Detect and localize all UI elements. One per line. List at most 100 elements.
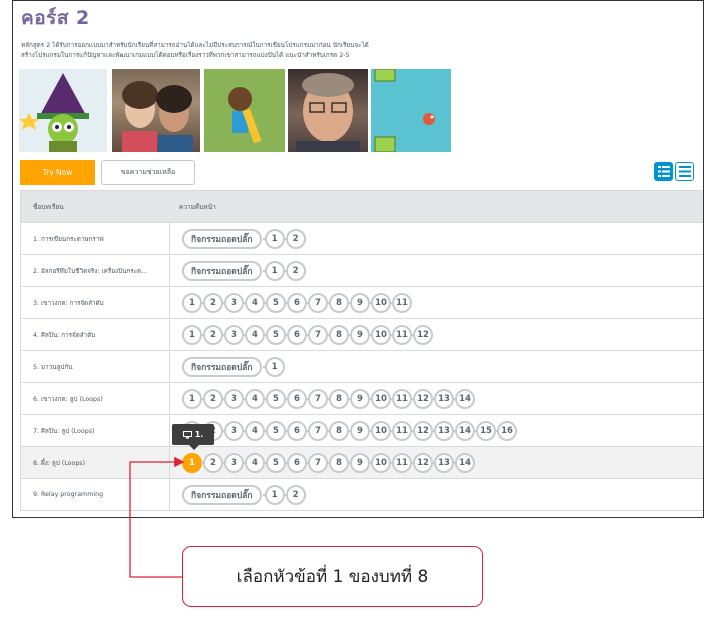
level-bubble[interactable]: 6 [285, 388, 307, 409]
level-bubble[interactable]: 5 [264, 292, 286, 313]
level-bubble[interactable]: 11 [390, 292, 412, 313]
level-bubble[interactable]: 6 [285, 452, 307, 473]
level-bubble[interactable]: 13 [432, 388, 454, 409]
level-bubble[interactable]: 8 [327, 452, 349, 473]
level-bubble[interactable]: 1 [182, 388, 202, 409]
level-bubble[interactable]: 3 [222, 388, 244, 409]
level-bubble[interactable]: 4 [243, 388, 265, 409]
level-bubble[interactable]: 2 [201, 452, 223, 473]
level-bubble[interactable]: 12 [411, 388, 433, 409]
progress-cell: กิจกรรมถอดปลั๊ก 1 2 [169, 223, 307, 254]
level-bubble[interactable]: 7 [306, 324, 328, 345]
unplugged-activity-bubble[interactable]: กิจกรรมถอดปลั๊ก [182, 260, 262, 281]
level-bubble[interactable]: 2 [201, 388, 223, 409]
lesson-name[interactable]: 5. มาวนลูปกัน [21, 362, 169, 372]
lesson-column-header: ชื่อบทเรียน [33, 202, 64, 211]
level-bubble[interactable]: 2 [283, 484, 306, 505]
lesson-name[interactable]: 9. Relay programming [21, 491, 169, 498]
thumbnail-pencil-character [204, 69, 285, 152]
lesson-name[interactable]: 7. ศิลปิน: ลูป (Loops) [21, 426, 169, 436]
level-bubble[interactable]: 14 [453, 452, 475, 473]
level-bubble[interactable]: 10 [369, 388, 391, 409]
unplugged-activity-bubble[interactable]: กิจกรรมถอดปลั๊ก [182, 484, 262, 505]
detail-view-toggle[interactable] [654, 162, 673, 181]
level-bubble[interactable]: 1 [182, 452, 202, 473]
level-bubble[interactable]: 6 [285, 324, 307, 345]
level-bubble[interactable]: 4 [243, 420, 265, 441]
level-bubble[interactable]: 5 [264, 420, 286, 441]
unplugged-activity-bubble[interactable]: กิจกรรมถอดปลั๊ก [182, 228, 262, 249]
level-bubble[interactable]: 5 [264, 452, 286, 473]
level-bubble[interactable]: 9 [348, 292, 370, 313]
level-bubble[interactable]: 8 [327, 292, 349, 313]
level-bubble[interactable]: 11 [390, 388, 412, 409]
level-bubble[interactable]: 5 [264, 388, 286, 409]
try-now-button[interactable]: Try Now [20, 160, 95, 185]
instruction-callout: เลือกหัวข้อที่ 1 ของบทที่ 8 [182, 546, 483, 607]
level-bubble[interactable]: 10 [369, 420, 391, 441]
unplugged-activity-bubble[interactable]: กิจกรรมถอดปลั๊ก [182, 356, 262, 377]
level-bubble[interactable]: 1 [182, 324, 202, 345]
level-bubble[interactable]: 11 [390, 452, 412, 473]
level-bubble[interactable]: 3 [222, 452, 244, 473]
lesson-name[interactable]: 4. ศิลปิน: การจัดลำดับ [21, 330, 169, 340]
level-bubble[interactable]: 13 [432, 420, 454, 441]
level-bubble[interactable]: 8 [327, 388, 349, 409]
level-bubble[interactable]: 14 [453, 388, 475, 409]
level-bubble[interactable]: 15 [474, 420, 496, 441]
level-bubble[interactable]: 9 [348, 324, 370, 345]
level-bubble[interactable]: 7 [306, 452, 328, 473]
level-bubble[interactable]: 12 [411, 420, 433, 441]
level-bubble[interactable]: 3 [222, 324, 244, 345]
table-row: 2. อัลกอริทึมในชีวิตจริง: เครื่องบินกระด… [20, 255, 703, 287]
level-bubble[interactable]: 8 [327, 324, 349, 345]
level-bubble[interactable]: 8 [327, 420, 349, 441]
level-bubble[interactable]: 3 [222, 292, 244, 313]
level-bubble[interactable]: 9 [348, 420, 370, 441]
level-bubble[interactable]: 7 [306, 388, 328, 409]
level-bubble[interactable]: 12 [411, 452, 433, 473]
level-bubble[interactable]: 4 [243, 292, 265, 313]
lesson-name[interactable]: 1. การเขียนกระดาษกราฟ [21, 234, 169, 244]
progress-cell: 1 2 3 4 5 6 7 8 9 10 11 12 [169, 319, 434, 350]
level-bubble[interactable]: 2 [201, 292, 223, 313]
level-bubble[interactable]: 11 [390, 420, 412, 441]
level-bubble[interactable]: 14 [453, 420, 475, 441]
level-bubble[interactable]: 5 [264, 324, 286, 345]
level-bubble[interactable]: 4 [243, 324, 265, 345]
level-bubble[interactable]: 10 [369, 452, 391, 473]
level-bubble[interactable]: 6 [285, 292, 307, 313]
level-bubble[interactable]: 1 [262, 228, 285, 249]
level-bubble[interactable]: 4 [243, 452, 265, 473]
level-bubble[interactable]: 12 [411, 324, 433, 345]
level-bubble[interactable]: 10 [369, 292, 391, 313]
level-bubble[interactable]: 2 [201, 324, 223, 345]
level-bubble[interactable]: 3 [222, 420, 244, 441]
lesson-name[interactable]: 3. เขาวงกต: การจัดลำดับ [21, 298, 169, 308]
level-bubble[interactable]: 16 [495, 420, 517, 441]
lesson-name[interactable]: 8. ผึ้ง: ลูป (Loops) [21, 458, 169, 468]
level-bubble[interactable]: 9 [348, 388, 370, 409]
level-bubble[interactable]: 1 [262, 484, 285, 505]
progress-cell: 12345678910111213141516 [169, 415, 518, 446]
level-bubble[interactable]: 1 [262, 260, 285, 281]
progress-cell: กิจกรรมถอดปลั๊ก 1 [169, 351, 286, 382]
table-row: 7. ศิลปิน: ลูป (Loops)123456789101112131… [20, 415, 703, 447]
level-bubble[interactable]: 2 [283, 260, 306, 281]
level-bubble[interactable]: 7 [306, 292, 328, 313]
level-bubble[interactable]: 1 [182, 292, 202, 313]
level-bubble[interactable]: 9 [348, 452, 370, 473]
level-bubble[interactable]: 11 [390, 324, 412, 345]
level-bubble[interactable]: 10 [369, 324, 391, 345]
level-bubble[interactable]: 6 [285, 420, 307, 441]
summary-view-toggle[interactable] [675, 162, 694, 181]
level-bubble[interactable]: 1 [262, 356, 285, 377]
lesson-name[interactable]: 6. เขาวงกต: ลูป (Loops) [21, 394, 169, 404]
help-button[interactable]: ขอความช่วยเหลือ [101, 160, 195, 185]
lesson-name[interactable]: 2. อัลกอริทึมในชีวิตจริง: เครื่องบินกระด… [21, 266, 169, 276]
table-row: 5. มาวนลูปกัน กิจกรรมถอดปลั๊ก 1 [20, 351, 703, 383]
level-bubble[interactable]: 2 [283, 228, 306, 249]
level-bubble[interactable]: 13 [432, 452, 454, 473]
course-title: คอร์ส 2 [21, 7, 90, 29]
level-bubble[interactable]: 7 [306, 420, 328, 441]
